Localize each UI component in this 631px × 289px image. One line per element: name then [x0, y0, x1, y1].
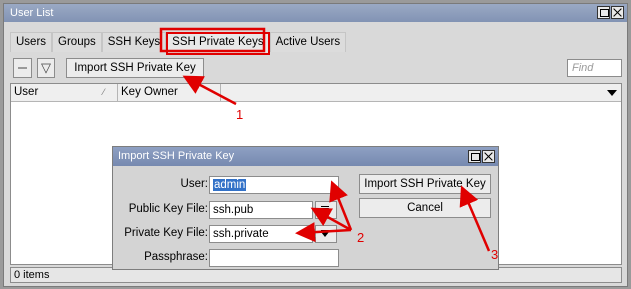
step-2-label: 2: [357, 230, 365, 245]
annotation-arrows: [159, 27, 491, 252]
arrow-2a: [329, 180, 353, 231]
arrow-1: [182, 75, 237, 106]
arrow-2c: [295, 222, 352, 243]
tab-highlight-box: [159, 27, 266, 53]
arrow-3: [459, 185, 491, 252]
step-3-label: 3: [491, 247, 499, 262]
step-1-label: 1: [236, 107, 244, 122]
arrow-2b: [310, 207, 352, 232]
